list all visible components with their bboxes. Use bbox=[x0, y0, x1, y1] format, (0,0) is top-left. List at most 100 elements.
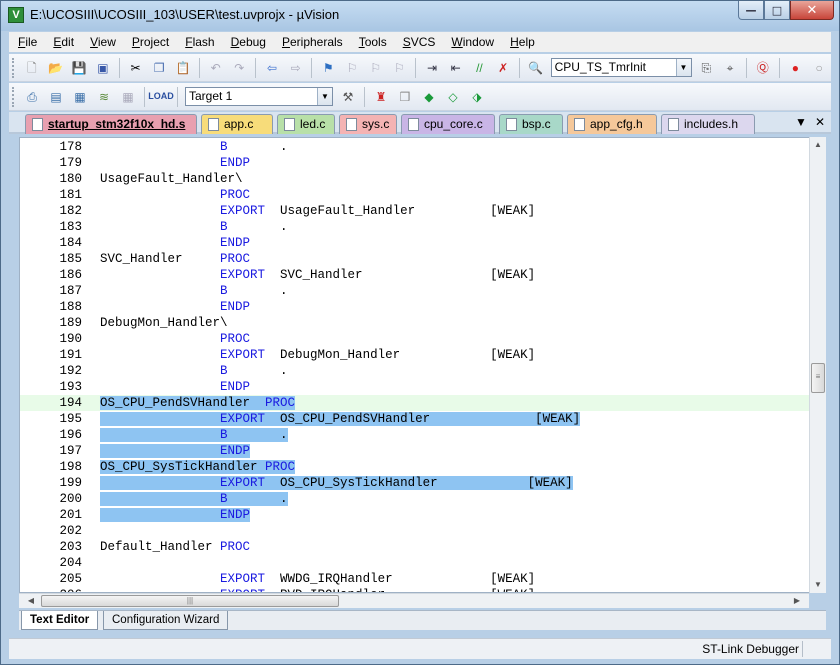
menu-svcs[interactable]: SVCS bbox=[394, 35, 443, 49]
code-line[interactable]: 178 B . bbox=[20, 139, 810, 155]
breakpoint-icon[interactable]: ● bbox=[786, 58, 806, 78]
close-button[interactable]: ✕ bbox=[790, 1, 834, 20]
code-line[interactable]: 198 OS_CPU_SysTickHandler PROC bbox=[20, 459, 810, 475]
code-line[interactable]: 204 bbox=[20, 555, 810, 571]
bookmark-icon[interactable]: ⚑ bbox=[318, 58, 338, 78]
minimize-button[interactable]: — bbox=[738, 1, 764, 20]
new-file-icon[interactable]: 🗋 bbox=[22, 58, 42, 78]
tab-led-c[interactable]: led.c bbox=[277, 114, 335, 134]
code-line[interactable]: 185 SVC_Handler PROC bbox=[20, 251, 810, 267]
text-editor[interactable]: 178 B . 179 ENDP 180 UsageFault_Handler\ 181… bbox=[19, 137, 826, 593]
horizontal-scroll-thumb[interactable]: ||| bbox=[41, 595, 339, 607]
menu-flash[interactable]: Flash bbox=[176, 35, 221, 49]
tab-cpu-core-c[interactable]: cpu_core.c bbox=[401, 114, 495, 134]
tab-bsp-c[interactable]: bsp.c bbox=[499, 114, 563, 134]
cut-icon[interactable]: ✂ bbox=[126, 58, 146, 78]
navigate-back-icon[interactable]: ⇦ bbox=[262, 58, 282, 78]
toolbar-grip[interactable] bbox=[12, 86, 16, 107]
run-time-environment-icon[interactable]: ⬗ bbox=[467, 87, 487, 107]
code-line[interactable]: 193 ENDP bbox=[20, 379, 810, 395]
tab-app-cfg-h[interactable]: app_cfg.h bbox=[567, 114, 657, 134]
unindent-icon[interactable]: ⇤ bbox=[446, 58, 466, 78]
redo-icon[interactable]: ↷ bbox=[229, 58, 249, 78]
code-line[interactable]: 194 OS_CPU_PendSVHandler PROC bbox=[20, 395, 810, 411]
tab-list-dropdown-icon[interactable]: ▼ bbox=[795, 115, 807, 129]
toolbar-grip[interactable] bbox=[12, 57, 16, 78]
indent-icon[interactable]: ⇥ bbox=[422, 58, 442, 78]
build-icon[interactable]: ▤ bbox=[46, 87, 66, 107]
translate-icon[interactable]: ⎙ bbox=[22, 87, 42, 107]
chevron-down-icon[interactable]: ▼ bbox=[675, 59, 691, 76]
menu-view[interactable]: View bbox=[81, 35, 123, 49]
code-line[interactable]: 186 EXPORT SVC_Handler [WEAK] bbox=[20, 267, 810, 283]
tab-sys-c[interactable]: sys.c bbox=[339, 114, 397, 134]
code-line[interactable]: 197 ENDP bbox=[20, 443, 810, 459]
debug-session-icon[interactable]: Ⓠ bbox=[753, 58, 773, 78]
function-combo[interactable]: CPU_TS_TmrInit ▼ bbox=[550, 58, 692, 77]
code-line[interactable]: 190 PROC bbox=[20, 331, 810, 347]
code-line[interactable]: 201 ENDP bbox=[20, 507, 810, 523]
uncomment-icon[interactable]: ✗ bbox=[493, 58, 513, 78]
find-icon[interactable]: ⌖ bbox=[720, 58, 740, 78]
clear-bookmarks-icon[interactable]: ⚐ bbox=[390, 58, 410, 78]
stop-build-icon[interactable]: ▦ bbox=[118, 87, 138, 107]
close-tab-icon[interactable]: ✕ bbox=[815, 115, 825, 129]
vertical-scrollbar[interactable]: ▲ ≡ ▼ bbox=[809, 137, 826, 593]
code-line[interactable]: 200 B . bbox=[20, 491, 810, 507]
manage-books-icon[interactable]: ❒ bbox=[395, 87, 415, 107]
find-in-files-icon[interactable]: 🔍 bbox=[526, 58, 546, 78]
tab-configuration-wizard[interactable]: Configuration Wizard bbox=[103, 611, 229, 630]
select-software-packs-icon[interactable]: ◇ bbox=[443, 87, 463, 107]
menu-help[interactable]: Help bbox=[501, 35, 542, 49]
prev-bookmark-icon[interactable]: ⚐ bbox=[342, 58, 362, 78]
menu-edit[interactable]: Edit bbox=[44, 35, 81, 49]
scroll-up-icon[interactable]: ▲ bbox=[810, 137, 826, 153]
undo-icon[interactable]: ↶ bbox=[206, 58, 226, 78]
tab-includes-h[interactable]: includes.h bbox=[661, 114, 755, 134]
code-line[interactable]: 203 Default_Handler PROC bbox=[20, 539, 810, 555]
code-line[interactable]: 205 EXPORT WWDG_IRQHandler [WEAK] bbox=[20, 571, 810, 587]
code-line[interactable]: 189 DebugMon_Handler\ bbox=[20, 315, 810, 331]
download-load-icon[interactable]: LOAD bbox=[148, 87, 174, 107]
maximize-button[interactable]: □ bbox=[764, 1, 790, 20]
menu-debug[interactable]: Debug bbox=[222, 35, 273, 49]
tab-app-c[interactable]: app.c bbox=[201, 114, 273, 134]
tab-text-editor[interactable]: Text Editor bbox=[21, 611, 99, 630]
tab-startup-stm32f10x-hd-s[interactable]: startup_stm32f10x_hd.s bbox=[25, 114, 197, 134]
code-line[interactable]: 187 B . bbox=[20, 283, 810, 299]
disable-breakpoint-icon[interactable]: ○ bbox=[809, 58, 829, 78]
menu-project[interactable]: Project bbox=[123, 35, 176, 49]
code-line[interactable]: 181 PROC bbox=[20, 187, 810, 203]
code-line[interactable]: 188 ENDP bbox=[20, 299, 810, 315]
menu-file[interactable]: File bbox=[9, 35, 44, 49]
scroll-down-icon[interactable]: ▼ bbox=[810, 577, 826, 593]
scroll-left-icon[interactable]: ◀ bbox=[23, 594, 39, 608]
target-options-icon[interactable]: ⚒ bbox=[338, 87, 358, 107]
menu-window[interactable]: Window bbox=[442, 35, 501, 49]
navigate-forward-icon[interactable]: ⇨ bbox=[286, 58, 306, 78]
menu-peripherals[interactable]: Peripherals bbox=[273, 35, 350, 49]
code-line[interactable]: 183 B . bbox=[20, 219, 810, 235]
horizontal-scrollbar[interactable]: ◀ ||| ▶ bbox=[19, 593, 809, 608]
chevron-down-icon[interactable]: ▼ bbox=[317, 88, 332, 105]
comment-icon[interactable]: // bbox=[470, 58, 490, 78]
code-line[interactable]: 184 ENDP bbox=[20, 235, 810, 251]
vertical-scroll-thumb[interactable]: ≡ bbox=[811, 363, 825, 393]
manage-components-icon[interactable]: ♜ bbox=[371, 87, 391, 107]
menu-tools[interactable]: Tools bbox=[350, 35, 394, 49]
code-area[interactable]: 178 B . 179 ENDP 180 UsageFault_Handler\ 181… bbox=[20, 139, 810, 592]
scroll-right-icon[interactable]: ▶ bbox=[789, 594, 805, 608]
batch-build-icon[interactable]: ≋ bbox=[94, 87, 114, 107]
paste-icon[interactable]: 📋 bbox=[173, 58, 193, 78]
code-line[interactable]: 179 ENDP bbox=[20, 155, 810, 171]
code-line[interactable]: 182 EXPORT UsageFault_Handler [WEAK] bbox=[20, 203, 810, 219]
code-line[interactable]: 202 bbox=[20, 523, 810, 539]
code-line[interactable]: 180 UsageFault_Handler\ bbox=[20, 171, 810, 187]
incremental-find-icon[interactable]: ⎘ bbox=[697, 58, 717, 78]
code-line[interactable]: 195 EXPORT OS_CPU_PendSVHandler [WEAK] bbox=[20, 411, 810, 427]
copy-icon[interactable]: ❐ bbox=[149, 58, 169, 78]
target-combo[interactable]: Target 1 ▼ bbox=[185, 87, 333, 106]
save-icon[interactable]: 💾 bbox=[69, 58, 89, 78]
next-bookmark-icon[interactable]: ⚐ bbox=[366, 58, 386, 78]
pack-installer-icon[interactable]: ◆ bbox=[419, 87, 439, 107]
